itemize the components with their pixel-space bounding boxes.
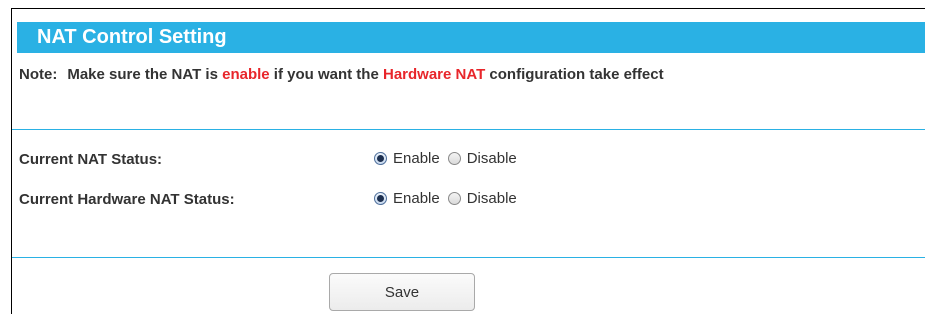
note-text-3: configuration take effect — [485, 66, 664, 83]
note-highlight-enable: enable — [222, 66, 270, 83]
note-text-2: if you want the — [269, 66, 383, 83]
hardware-nat-status-enable-radio[interactable] — [374, 192, 387, 205]
hardware-nat-status-disable-label[interactable]: Disable — [467, 190, 517, 207]
note-label: Note: — [19, 66, 58, 83]
nat-status-label: Current NAT Status: — [19, 151, 163, 168]
note-highlight-hardware-nat: Hardware NAT — [382, 66, 486, 83]
nat-status-disable-option[interactable]: Disable — [447, 150, 517, 167]
hardware-nat-status-radio-group: Enable Disable — [374, 190, 525, 207]
hardware-nat-status-enable-option[interactable]: Enable — [374, 190, 440, 207]
nat-status-radio-group: Enable Disable — [374, 150, 525, 167]
panel-title-bar: NAT Control Setting — [17, 22, 925, 53]
nat-status-enable-radio[interactable] — [374, 152, 387, 165]
note-line: Note: Make sure the NAT is enable if you … — [19, 66, 664, 83]
section-divider — [12, 129, 925, 130]
footer-divider — [12, 257, 925, 258]
save-button[interactable]: Save — [329, 273, 475, 311]
nat-status-enable-option[interactable]: Enable — [374, 150, 440, 167]
nat-status-disable-radio[interactable] — [447, 152, 461, 165]
nat-status-enable-label[interactable]: Enable — [393, 150, 440, 167]
hardware-nat-status-label: Current Hardware NAT Status: — [19, 191, 235, 208]
nat-status-disable-label[interactable]: Disable — [467, 150, 517, 167]
hardware-nat-status-enable-label[interactable]: Enable — [393, 190, 440, 207]
nat-status-row: Current NAT Status: Enable Disable — [19, 149, 919, 171]
nat-control-panel: NAT Control Setting Note: Make sure the N… — [11, 8, 925, 314]
note-text-1: Make sure the NAT is — [67, 66, 223, 83]
hardware-nat-status-disable-radio[interactable] — [447, 192, 461, 205]
hardware-nat-status-row: Current Hardware NAT Status: Enable Disa… — [19, 189, 919, 211]
hardware-nat-status-disable-option[interactable]: Disable — [447, 190, 517, 207]
panel-title: NAT Control Setting — [37, 26, 227, 48]
